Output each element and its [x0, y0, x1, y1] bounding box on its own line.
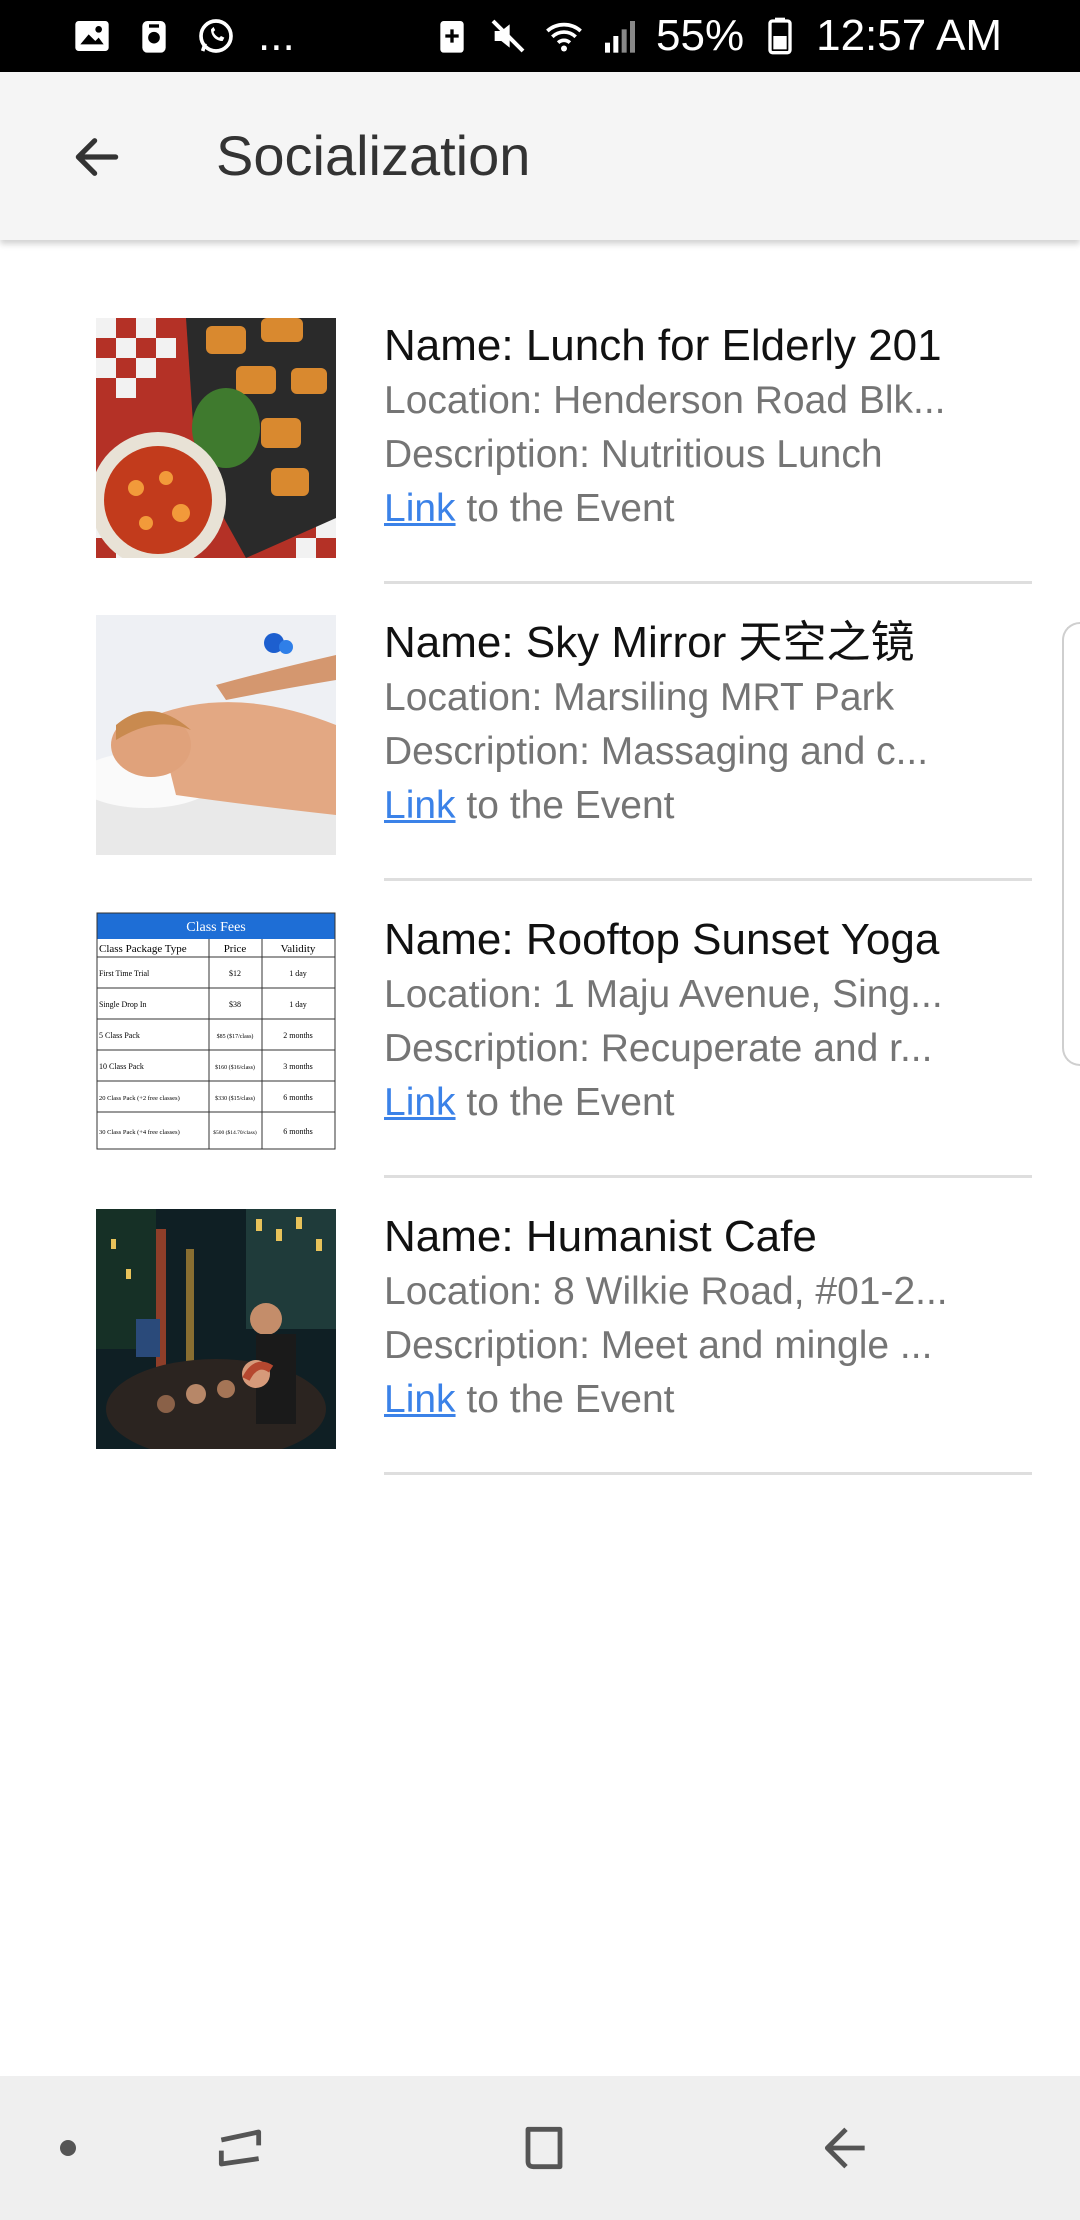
navigation-bar	[0, 2076, 1080, 2220]
divider	[384, 1472, 1032, 1475]
edge-panel-handle[interactable]	[1062, 622, 1080, 1066]
event-description: Description: Nutritious Lunch	[384, 433, 883, 476]
status-bar: ... 55% 12:57 AM	[0, 0, 1080, 72]
whatsapp-icon	[196, 16, 236, 56]
event-link-line: Link to the Event	[384, 1373, 1034, 1427]
event-name: Name: Rooftop Sunset Yoga	[384, 915, 940, 964]
status-time: 12:57 AM	[816, 11, 1002, 60]
fees-cell: 10 Class Pack	[99, 1062, 144, 1071]
fees-cell: 6 months	[283, 1093, 313, 1102]
fees-cell: 2 months	[283, 1031, 313, 1040]
fees-table-title: Class Fees	[186, 920, 246, 935]
event-link[interactable]: Link	[384, 784, 456, 827]
event-location: Location: 1 Maju Avenue, Sing...	[384, 973, 943, 1016]
fees-cell: 3 months	[283, 1062, 313, 1071]
signal-icon	[600, 16, 640, 56]
event-link[interactable]: Link	[384, 1081, 456, 1124]
page-title: Socialization	[216, 124, 531, 187]
event-thumbnail-food	[96, 318, 336, 558]
list-item[interactable]: Name: Humanist Cafe Location: 8 Wilkie R…	[0, 1131, 1080, 1475]
list-item[interactable]: Class Fees Class Package Type Price Vali…	[0, 834, 1080, 1178]
fees-cell: 5 Class Pack	[99, 1031, 140, 1040]
event-link-suffix: to the Event	[455, 1081, 675, 1124]
event-location: Location: Henderson Road Blk...	[384, 379, 946, 422]
back-arrow-icon	[75, 138, 119, 176]
event-link-suffix: to the Event	[455, 487, 675, 530]
event-location: Location: 8 Wilkie Road, #01-2...	[384, 1270, 948, 1313]
event-name: Name: Humanist Cafe	[384, 1212, 817, 1261]
list-item[interactable]: Name: Sky Mirror 天空之镜 Location: Marsilin…	[0, 537, 1080, 881]
back-chevron-icon	[824, 2127, 865, 2169]
event-name: Name: Lunch for Elderly 201	[384, 321, 942, 370]
event-list: Name: Lunch for Elderly 201 Location: He…	[0, 240, 1080, 1475]
event-thumbnail-massage	[96, 615, 336, 855]
fees-header: Validity	[281, 943, 316, 955]
home-button[interactable]	[504, 2108, 584, 2188]
event-link-line: Link to the Event	[384, 779, 1034, 833]
fees-cell: 1 day	[289, 969, 307, 978]
fees-cell: Single Drop In	[99, 1000, 147, 1009]
back-arrow-button[interactable]	[62, 122, 132, 192]
event-description: Description: Recuperate and r...	[384, 1027, 933, 1070]
event-location: Location: Marsiling MRT Park	[384, 676, 895, 719]
event-thumbnail-class-fees: Class Fees Class Package Type Price Vali…	[96, 912, 336, 1152]
event-description: Description: Massaging and c...	[384, 730, 929, 773]
dot-icon	[60, 2140, 76, 2156]
wifi-icon	[544, 16, 584, 56]
home-square-icon	[525, 2126, 563, 2170]
event-link[interactable]: Link	[384, 487, 456, 530]
back-button[interactable]	[806, 2108, 886, 2188]
event-thumbnail-crowd	[96, 1209, 336, 1449]
fees-header: Class Package Type	[99, 943, 187, 955]
recent-apps-icon	[218, 2129, 262, 2167]
fees-cell: $330 ($15/class)	[215, 1095, 255, 1102]
event-name: Name: Sky Mirror 天空之镜	[384, 618, 915, 667]
event-link-suffix: to the Event	[455, 784, 675, 827]
battery-icon	[760, 16, 800, 56]
battery-percent: 55%	[656, 11, 745, 60]
fees-cell: First Time Trial	[99, 969, 150, 978]
event-description: Description: Meet and mingle ...	[384, 1324, 933, 1367]
battery-saver-icon	[432, 16, 472, 56]
event-link[interactable]: Link	[384, 1378, 456, 1421]
dot-button[interactable]	[28, 2108, 108, 2188]
fees-cell: $12	[229, 969, 241, 978]
gallery-icon	[72, 16, 112, 56]
event-link-suffix: to the Event	[455, 1378, 675, 1421]
status-more: ...	[258, 11, 295, 60]
recent-apps-button[interactable]	[200, 2108, 280, 2188]
fees-cell: $85 ($17/class)	[217, 1033, 254, 1040]
event-link-line: Link to the Event	[384, 1076, 1034, 1130]
fees-cell: 1 day	[289, 1000, 307, 1009]
app-bar: Socialization	[0, 72, 1080, 240]
fees-cell: $38	[229, 1000, 241, 1009]
list-item[interactable]: Name: Lunch for Elderly 201 Location: He…	[0, 240, 1080, 584]
event-link-line: Link to the Event	[384, 482, 1034, 536]
mute-icon	[488, 16, 528, 56]
fees-cell: 20 Class Pack (+2 free classes)	[99, 1095, 180, 1102]
fees-header: Price	[224, 943, 247, 955]
lock-badge-icon	[134, 16, 174, 56]
fees-cell: $160 ($16/class)	[215, 1064, 255, 1071]
